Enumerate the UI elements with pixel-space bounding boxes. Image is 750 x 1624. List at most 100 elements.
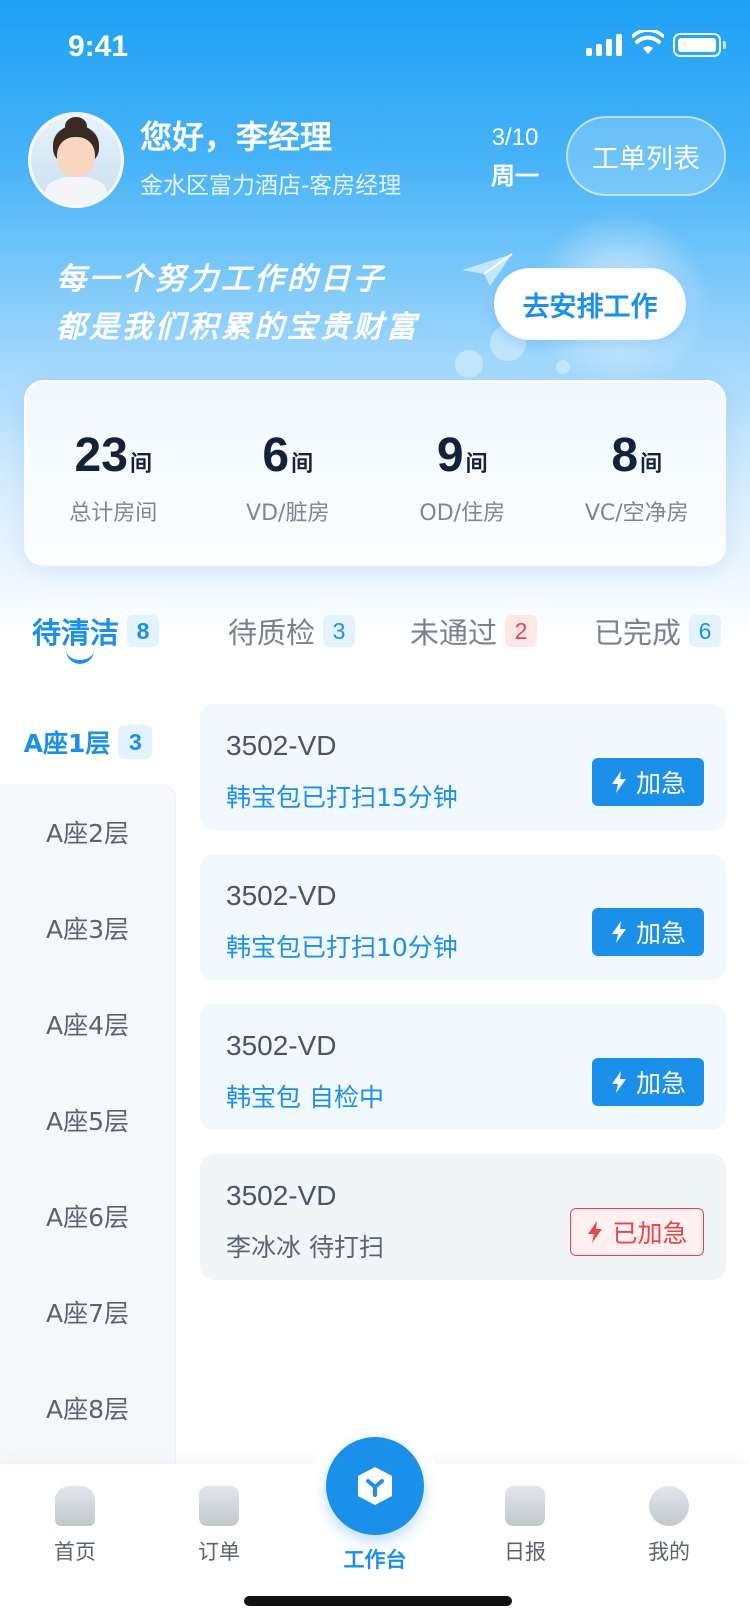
stat-label: 总计房间 (69, 501, 158, 526)
user-role-text: 金水区富力酒店-客房经理 (140, 173, 402, 199)
bubble-decoration (455, 350, 483, 378)
nav-orders[interactable]: 订单 (164, 1486, 274, 1566)
urgent-done-badge: 已加急 (570, 1208, 704, 1256)
wifi-icon (632, 30, 664, 54)
room-card[interactable]: 3502-VD 韩宝包 自检中 加急 (200, 1004, 726, 1130)
nav-daily-report[interactable]: 日报 (470, 1486, 580, 1566)
lightning-icon (611, 771, 626, 793)
orders-icon (199, 1486, 239, 1526)
room-status: 韩宝包已打扫15分钟 (226, 783, 458, 812)
stat-unit: 间 (291, 452, 314, 477)
stat-value: 6 (262, 429, 290, 482)
slogan-line-1: 每一个努力工作的日子 (56, 262, 386, 297)
nav-workbench[interactable] (326, 1437, 424, 1535)
floor-item[interactable]: A座2层 (0, 784, 175, 880)
signal-icon (586, 34, 622, 56)
nav-label: 首页 (54, 1540, 96, 1564)
stat-unit: 间 (129, 452, 152, 477)
battery-tip (723, 41, 726, 49)
room-status: 李冰冰 待打扫 (226, 1233, 384, 1262)
stat-value: 23 (74, 429, 128, 482)
bubble-decoration (556, 360, 570, 374)
home-icon (55, 1486, 95, 1526)
stat-unit: 间 (465, 452, 488, 477)
room-card[interactable]: 3502-VD 李冰冰 待打扫 已加急 (200, 1154, 726, 1280)
status-bar: 9:41 (0, 0, 750, 96)
date-block: 3/10 周一 (480, 124, 550, 191)
slogan-line-2: 都是我们积累的宝贵财富 (56, 310, 419, 345)
urgent-label: 加急 (635, 769, 686, 798)
nav-home[interactable]: 首页 (20, 1486, 130, 1566)
lightning-icon (611, 921, 626, 943)
battery-icon (673, 33, 721, 57)
tab-completed[interactable]: 已完成 6 (594, 610, 722, 652)
tab-count-badge: 8 (127, 615, 160, 647)
room-title: 3502-VD (226, 730, 337, 761)
nav-label-workbench: 工作台 (343, 1548, 407, 1572)
floor-item[interactable]: A座8层 (0, 1360, 175, 1456)
room-title: 3502-VD (226, 1030, 337, 1061)
room-title: 3502-VD (226, 880, 337, 911)
tab-failed[interactable]: 未通过 2 (410, 610, 538, 652)
daily-report-icon (505, 1486, 545, 1526)
stat-vd[interactable]: 6间 VD/脏房 (201, 382, 376, 564)
floor-item-active[interactable]: A座1层 3 (0, 700, 176, 784)
room-card[interactable]: 3502-VD 韩宝包已打扫10分钟 加急 (200, 854, 726, 980)
urgent-label: 已加急 (612, 1219, 688, 1248)
stat-label: OD/住房 (419, 501, 506, 526)
urgent-label: 加急 (635, 1069, 686, 1098)
tab-label: 未通过 (410, 616, 498, 650)
urgent-label: 加急 (635, 919, 686, 948)
avatar[interactable] (28, 112, 124, 208)
arrange-work-button[interactable]: 去安排工作 (494, 268, 686, 340)
tab-pending-inspection[interactable]: 待质检 3 (228, 610, 356, 652)
stat-label: VD/脏房 (246, 501, 330, 526)
floor-label: A座1层 (23, 729, 111, 758)
room-card[interactable]: 3502-VD 韩宝包已打扫15分钟 加急 (200, 704, 726, 830)
nav-mine[interactable]: 我的 (614, 1486, 724, 1566)
home-indicator (244, 1596, 512, 1606)
tab-label: 已完成 (594, 616, 682, 650)
stat-unit: 间 (640, 452, 663, 477)
urgent-button[interactable]: 加急 (592, 908, 704, 956)
floor-item[interactable]: A座3层 (0, 880, 175, 976)
urgent-button[interactable]: 加急 (592, 758, 704, 806)
tab-count-badge: 2 (505, 615, 538, 647)
status-time: 9:41 (68, 30, 129, 63)
profile-icon (649, 1486, 689, 1526)
stat-value: 8 (611, 429, 639, 482)
workbench-cube-icon (358, 1467, 392, 1505)
stat-label: VC/空净房 (584, 501, 689, 526)
stat-total[interactable]: 23间 总计房间 (26, 382, 201, 564)
lightning-icon (588, 1221, 603, 1243)
nav-label: 我的 (648, 1540, 690, 1564)
floor-item[interactable]: A座6层 (0, 1168, 175, 1264)
slogan: 每一个努力工作的日子 都是我们积累的宝贵财富 (56, 256, 419, 352)
nav-label: 订单 (198, 1540, 240, 1564)
lightning-icon (611, 1071, 626, 1093)
work-order-list-button[interactable]: 工单列表 (566, 116, 726, 196)
weekday-text: 周一 (491, 162, 539, 190)
floor-item[interactable]: A座7层 (0, 1264, 175, 1360)
room-stats-card: 23间 总计房间 6间 VD/脏房 9间 OD/住房 8间 VC/空净房 (24, 380, 726, 566)
tab-label: 待质检 (228, 616, 316, 650)
room-status: 韩宝包已打扫10分钟 (226, 933, 458, 962)
status-tabs: 待清洁 8 待质检 3 未通过 2 已完成 6 (0, 600, 750, 670)
tab-label: 待清洁 (32, 616, 120, 650)
date-text: 3/10 (491, 124, 539, 151)
room-title: 3502-VD (226, 1180, 337, 1211)
greeting-text: 您好，李经理 (140, 118, 333, 156)
floor-item[interactable]: A座4层 (0, 976, 175, 1072)
stat-value: 9 (436, 429, 464, 482)
nav-label: 日报 (504, 1540, 546, 1564)
room-status: 韩宝包 自检中 (226, 1083, 384, 1112)
stat-od[interactable]: 9间 OD/住房 (375, 382, 550, 564)
urgent-button[interactable]: 加急 (592, 1058, 704, 1106)
tab-count-badge: 3 (323, 615, 356, 647)
tab-pending-clean[interactable]: 待清洁 8 (32, 610, 160, 652)
tab-count-badge: 6 (689, 615, 722, 647)
floor-sidebar: A座2层 A座3层 A座4层 A座5层 A座6层 A座7层 A座8层 (0, 784, 176, 1464)
stat-vc[interactable]: 8间 VC/空净房 (550, 382, 725, 564)
floor-item[interactable]: A座5层 (0, 1072, 175, 1168)
floor-count-badge: 3 (118, 725, 153, 759)
